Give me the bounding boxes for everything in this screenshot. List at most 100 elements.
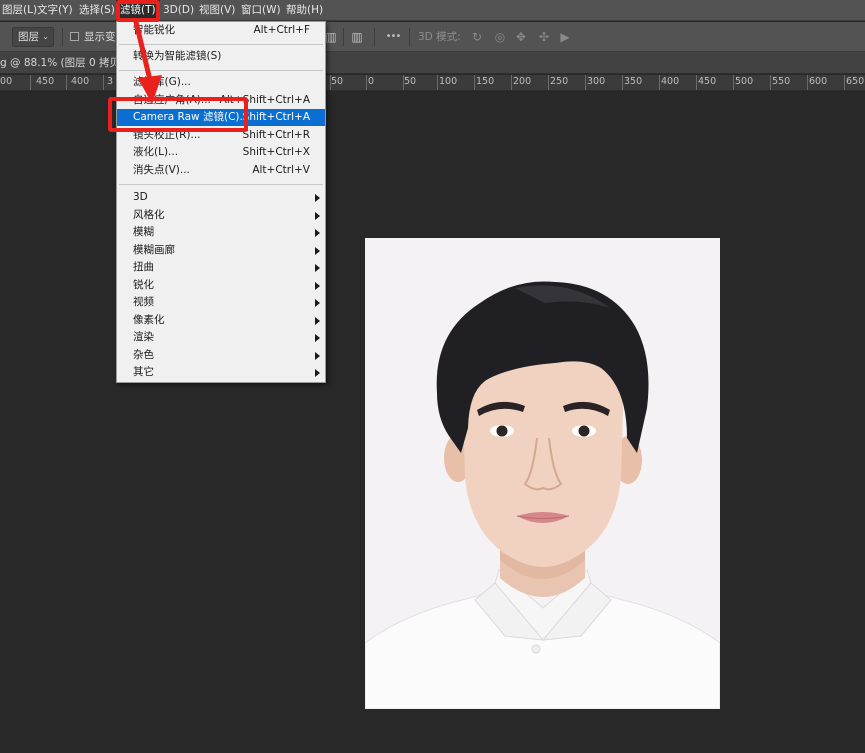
ruler-tick [366,75,367,90]
menu-type[interactable]: 文字(Y) [33,0,77,21]
ruler-tick [770,75,771,90]
ruler-label: 250 [550,76,569,87]
submenu-arrow-icon [315,352,320,360]
submenu-label: 模糊 [133,226,154,238]
submenu-arrow-icon [315,212,320,220]
menu-item-vanishing-point[interactable]: 消失点(V)... Alt+Ctrl+V [117,162,325,179]
submenu-arrow-icon [315,264,320,272]
3d-mode-label: 3D 模式: [418,31,461,43]
submenu-label: 像素化 [133,314,165,326]
divider [62,28,63,46]
more-options-icon[interactable]: ••• [385,29,402,45]
ruler-tick [696,75,697,90]
ruler-tick [844,75,845,90]
ruler-label: 550 [772,76,791,87]
auto-select-dropdown[interactable]: 图层 ⌄ [12,27,54,47]
ruler-tick [548,75,549,90]
ruler-label: 150 [476,76,495,87]
ruler-tick [622,75,623,90]
menu-window[interactable]: 窗口(W) [237,0,285,21]
submenu-label: 其它 [133,366,154,378]
menu-3d[interactable]: 3D(D) [159,0,198,21]
ruler-label: 50 [404,76,417,87]
submenu-arrow-icon [315,247,320,255]
orbit-3d-icon[interactable]: ↻ [469,29,485,45]
annotation-highlight-filter-menu [116,0,160,22]
submenu-blur[interactable]: 模糊 [117,224,325,241]
ruler-label: 450 [36,76,55,87]
menu-view[interactable]: 视图(V) [195,0,239,21]
submenu-arrow-icon [315,299,320,307]
submenu-video[interactable]: 视频 [117,294,325,311]
menu-item-shortcut: Shift+Ctrl+X [242,146,310,158]
submenu-arrow-icon [315,282,320,290]
submenu-3d[interactable]: 3D [117,189,325,206]
menu-item-label: 消失点(V)... [133,164,190,176]
auto-select-value: 图层 [18,31,39,43]
ruler-tick [733,75,734,90]
ruler-label: 450 [698,76,717,87]
submenu-render[interactable]: 渲染 [117,329,325,346]
submenu-arrow-icon [315,194,320,202]
pan-3d-icon[interactable]: ✥ [513,29,529,45]
submenu-label: 视频 [133,296,154,308]
menu-item-shortcut: Shift+Ctrl+A [242,111,310,123]
ruler-tick [474,75,475,90]
submenu-pixelate[interactable]: 像素化 [117,312,325,329]
ruler-label: 400 [661,76,680,87]
submenu-label: 渲染 [133,331,154,343]
photoshop-window: 图层(L) 文字(Y) 选择(S) 滤镜(T) 3D(D) 视图(V) 窗口(W… [0,0,865,753]
ruler-label: 350 [624,76,643,87]
ruler-tick [30,75,31,90]
submenu-arrow-icon [315,334,320,342]
chevron-down-icon: ⌄ [42,32,49,41]
ruler-label: 0 [368,76,375,87]
menu-separator [119,184,323,185]
ruler-tick [807,75,808,90]
roll-3d-icon[interactable]: ◎ [492,29,508,45]
show-transform-checkbox[interactable] [70,32,79,41]
submenu-stylize[interactable]: 风格化 [117,207,325,224]
submenu-label: 模糊画廊 [133,244,175,256]
menu-help[interactable]: 帮助(H) [282,0,327,21]
ruler-label: 500 [735,76,754,87]
annotation-arrow-icon [133,20,162,104]
ruler-label: 200 [513,76,532,87]
submenu-sharpen[interactable]: 锐化 [117,277,325,294]
menu-item-shortcut: Alt+Ctrl+F [253,24,310,36]
distribute-icon[interactable]: ▥ [349,29,365,45]
ruler-label: 600 [809,76,828,87]
annotation-highlight-camera-raw [108,97,248,132]
ruler-label: 400 [71,76,90,87]
ruler-label: 500 [0,76,13,87]
submenu-label: 锐化 [133,279,154,291]
submenu-arrow-icon [315,229,320,237]
submenu-arrow-icon [315,317,320,325]
portrait-image [365,238,720,709]
submenu-blur-gallery[interactable]: 模糊画廊 [117,242,325,259]
menu-item-shortcut: Shift+Ctrl+R [242,129,310,141]
ruler-tick [437,75,438,90]
show-transform-label: 显示变 [84,31,116,43]
submenu-noise[interactable]: 杂色 [117,347,325,364]
ruler-tick [659,75,660,90]
submenu-other[interactable]: 其它 [117,364,325,381]
submenu-label: 杂色 [133,349,154,361]
menu-item-liquify[interactable]: 液化(L)... Shift+Ctrl+X [117,144,325,161]
ruler-tick [103,75,104,90]
ruler-tick [585,75,586,90]
ruler-tick [66,75,67,90]
ruler-label: 300 [587,76,606,87]
video-camera-icon[interactable]: ▶ [557,29,573,45]
slide-3d-icon[interactable]: ✣ [536,29,552,45]
ruler-label: 100 [439,76,458,87]
submenu-distort[interactable]: 扭曲 [117,259,325,276]
ruler-label: 650 [846,76,865,87]
menu-item-label: 液化(L)... [133,146,179,158]
submenu-label: 3D [133,191,148,203]
ruler-tick [511,75,512,90]
divider [409,28,410,46]
submenu-label: 扭曲 [133,261,154,273]
ruler-label: 3 [107,76,114,87]
menu-select[interactable]: 选择(S) [75,0,119,21]
